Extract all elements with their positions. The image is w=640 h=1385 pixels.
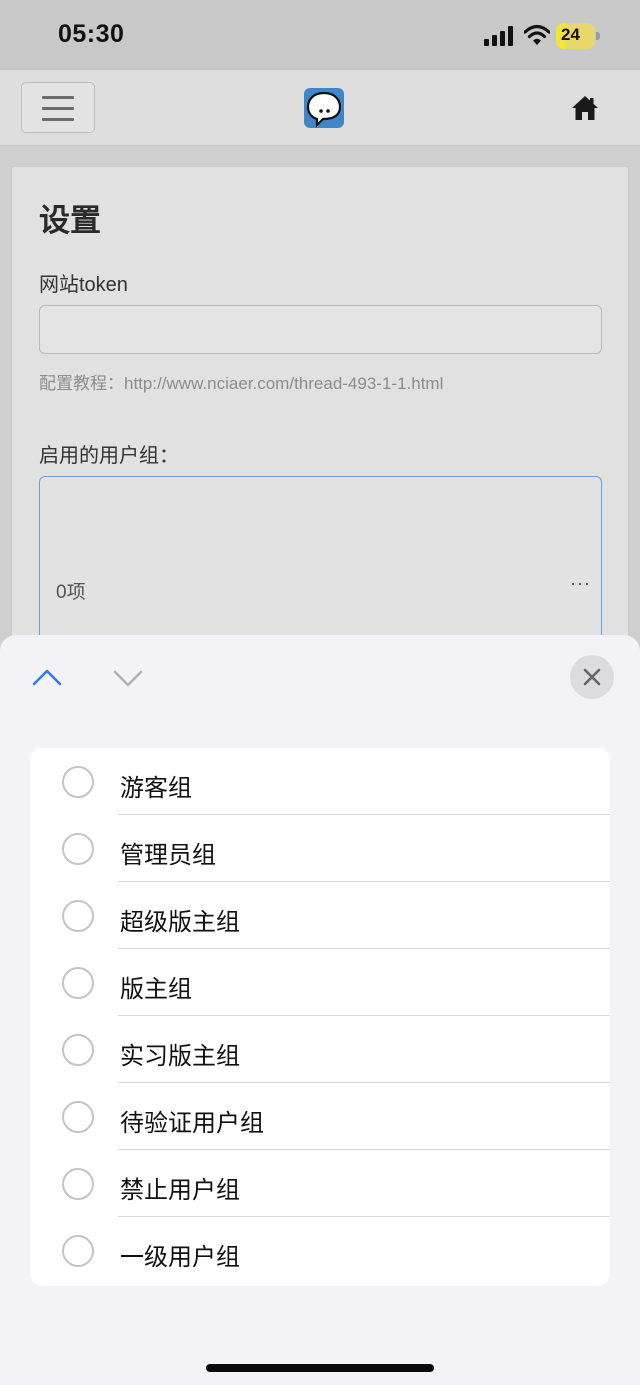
token-input[interactable] (39, 305, 602, 354)
groups-label: 启用的用户组： (39, 445, 179, 467)
option-item[interactable]: 禁止用户组 (30, 1150, 610, 1217)
option-item[interactable]: 游客组 (30, 748, 610, 815)
option-label: 待验证用户组 (120, 1110, 264, 1137)
picker-sheet: 游客组 管理员组 超级版主组 版主组 实习版主组 待验证用户组 禁止用户组 一级… (0, 635, 640, 1385)
option-item[interactable]: 实习版主组 (30, 1016, 610, 1083)
radio-button[interactable] (62, 833, 94, 865)
wifi-icon (524, 24, 550, 45)
option-item[interactable]: 管理员组 (30, 815, 610, 882)
radio-button[interactable] (62, 900, 94, 932)
close-icon (583, 668, 601, 686)
option-label: 超级版主组 (120, 909, 240, 936)
selected-count: 0项 (56, 582, 86, 603)
help-text: 配置教程：http://www.nciaer.com/thread-493-1-… (39, 374, 444, 393)
close-button[interactable] (570, 655, 614, 699)
more-icon: ··· (570, 573, 591, 593)
option-label: 管理员组 (120, 842, 216, 869)
option-label: 禁止用户组 (120, 1177, 240, 1204)
logo (304, 88, 344, 128)
menu-button[interactable] (21, 82, 95, 133)
radio-button[interactable] (62, 1168, 94, 1200)
radio-button[interactable] (62, 766, 94, 798)
option-item[interactable]: 版主组 (30, 949, 610, 1016)
option-item[interactable]: 超级版主组 (30, 882, 610, 949)
option-label: 实习版主组 (120, 1043, 240, 1070)
option-label: 版主组 (120, 976, 192, 1003)
screen: 05:30 24 设置 网站token 配置教程：http://www.ncia… (0, 0, 640, 1385)
page-title: 设置 (39, 203, 101, 238)
home-indicator[interactable] (206, 1364, 434, 1372)
radio-button[interactable] (62, 967, 94, 999)
battery-icon: 24 (556, 23, 600, 49)
battery-level: 24 (561, 25, 580, 44)
radio-button[interactable] (62, 1235, 94, 1267)
chevron-down-icon[interactable] (112, 665, 144, 691)
user-group-options: 游客组 管理员组 超级版主组 版主组 实习版主组 待验证用户组 禁止用户组 一级… (30, 748, 610, 1286)
status-bar: 05:30 24 (0, 0, 640, 70)
chevron-up-icon[interactable] (31, 665, 63, 691)
status-time: 05:30 (58, 20, 125, 48)
settings-card: 设置 网站token 配置教程：http://www.nciaer.com/th… (11, 166, 629, 686)
signal-icon (484, 26, 513, 46)
option-label: 一级用户组 (120, 1244, 240, 1271)
home-icon[interactable] (570, 94, 600, 122)
radio-button[interactable] (62, 1034, 94, 1066)
option-label: 游客组 (120, 775, 192, 802)
navbar (0, 70, 640, 146)
token-label: 网站token (39, 274, 128, 296)
option-item[interactable]: 待验证用户组 (30, 1083, 610, 1150)
option-item[interactable]: 一级用户组 (30, 1217, 610, 1284)
radio-button[interactable] (62, 1101, 94, 1133)
